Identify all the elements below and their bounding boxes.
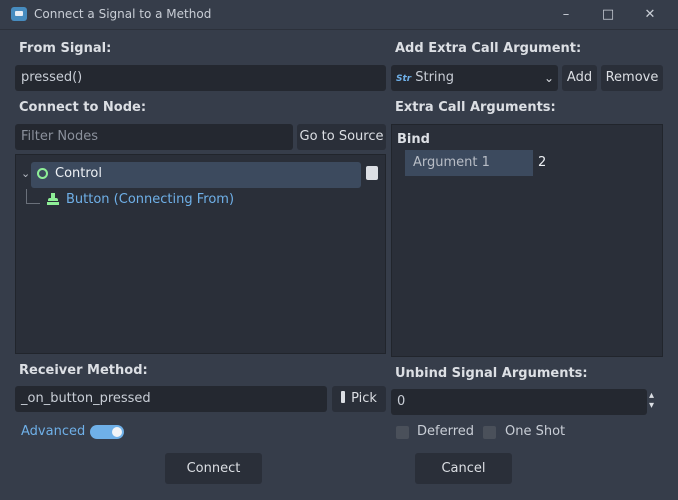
cancel-button[interactable]: Cancel <box>415 453 512 484</box>
from-signal-label: From Signal: <box>19 41 112 56</box>
connect-to-node-label: Connect to Node: <box>19 100 147 115</box>
advanced-label[interactable]: Advanced <box>21 424 85 439</box>
minimize-button[interactable]: – <box>548 4 584 26</box>
add-extra-call-argument-label: Add Extra Call Argument: <box>395 41 582 56</box>
receiver-method-field[interactable]: _on_button_pressed <box>15 386 327 412</box>
argument-1-value[interactable]: 2 <box>533 150 659 176</box>
string-type-icon: Str <box>396 74 412 84</box>
spin-arrows-icon[interactable]: ▴ ▾ <box>649 391 654 411</box>
bind-header: Bind <box>397 132 430 147</box>
receiver-method-label: Receiver Method: <box>19 363 148 378</box>
chevron-down-icon: ⌄ <box>543 71 554 85</box>
maximize-button[interactable]: □ <box>590 4 626 26</box>
unbind-spinbox[interactable]: 0 <box>391 389 647 415</box>
script-icon[interactable] <box>366 166 378 180</box>
deferred-label[interactable]: Deferred <box>417 424 474 439</box>
control-node-icon <box>37 168 48 179</box>
from-signal-field[interactable]: pressed() <box>15 65 386 91</box>
connect-button[interactable]: Connect <box>165 453 262 484</box>
pick-button-label: Pick <box>351 391 377 406</box>
remove-button[interactable]: Remove <box>601 65 663 91</box>
extra-arguments-inspector: Bind Argument 1 2 <box>391 124 663 357</box>
eyedropper-icon <box>341 391 346 403</box>
argument-type-value: String <box>415 70 455 85</box>
extra-call-arguments-label: Extra Call Arguments: <box>395 100 556 115</box>
go-to-source-button[interactable]: Go to Source <box>297 124 386 150</box>
pick-button[interactable]: Pick <box>332 386 386 412</box>
advanced-toggle[interactable] <box>90 425 124 439</box>
unbind-signal-arguments-label: Unbind Signal Arguments: <box>395 366 588 381</box>
argument-type-select[interactable]: Str String ⌄ <box>391 65 558 91</box>
filter-nodes-input[interactable]: Filter Nodes <box>15 124 293 150</box>
window-title: Connect a Signal to a Method <box>34 7 212 21</box>
godot-app-icon <box>11 7 27 21</box>
one-shot-label[interactable]: One Shot <box>505 424 565 439</box>
node-tree[interactable]: ⌄ Control Button (Connecting From) <box>15 154 386 354</box>
deferred-checkbox[interactable] <box>396 426 409 439</box>
chevron-down-icon[interactable]: ⌄ <box>21 167 30 180</box>
add-button[interactable]: Add <box>562 65 597 91</box>
close-button[interactable]: ✕ <box>632 4 668 26</box>
tree-item-control-label: Control <box>55 166 102 181</box>
one-shot-checkbox[interactable] <box>483 426 496 439</box>
title-bar: Connect a Signal to a Method – □ ✕ <box>0 0 678 30</box>
argument-1-label: Argument 1 <box>405 150 533 176</box>
button-node-icon <box>47 193 59 205</box>
tree-item-button-label[interactable]: Button (Connecting From) <box>66 192 234 207</box>
tree-connector <box>26 189 40 204</box>
